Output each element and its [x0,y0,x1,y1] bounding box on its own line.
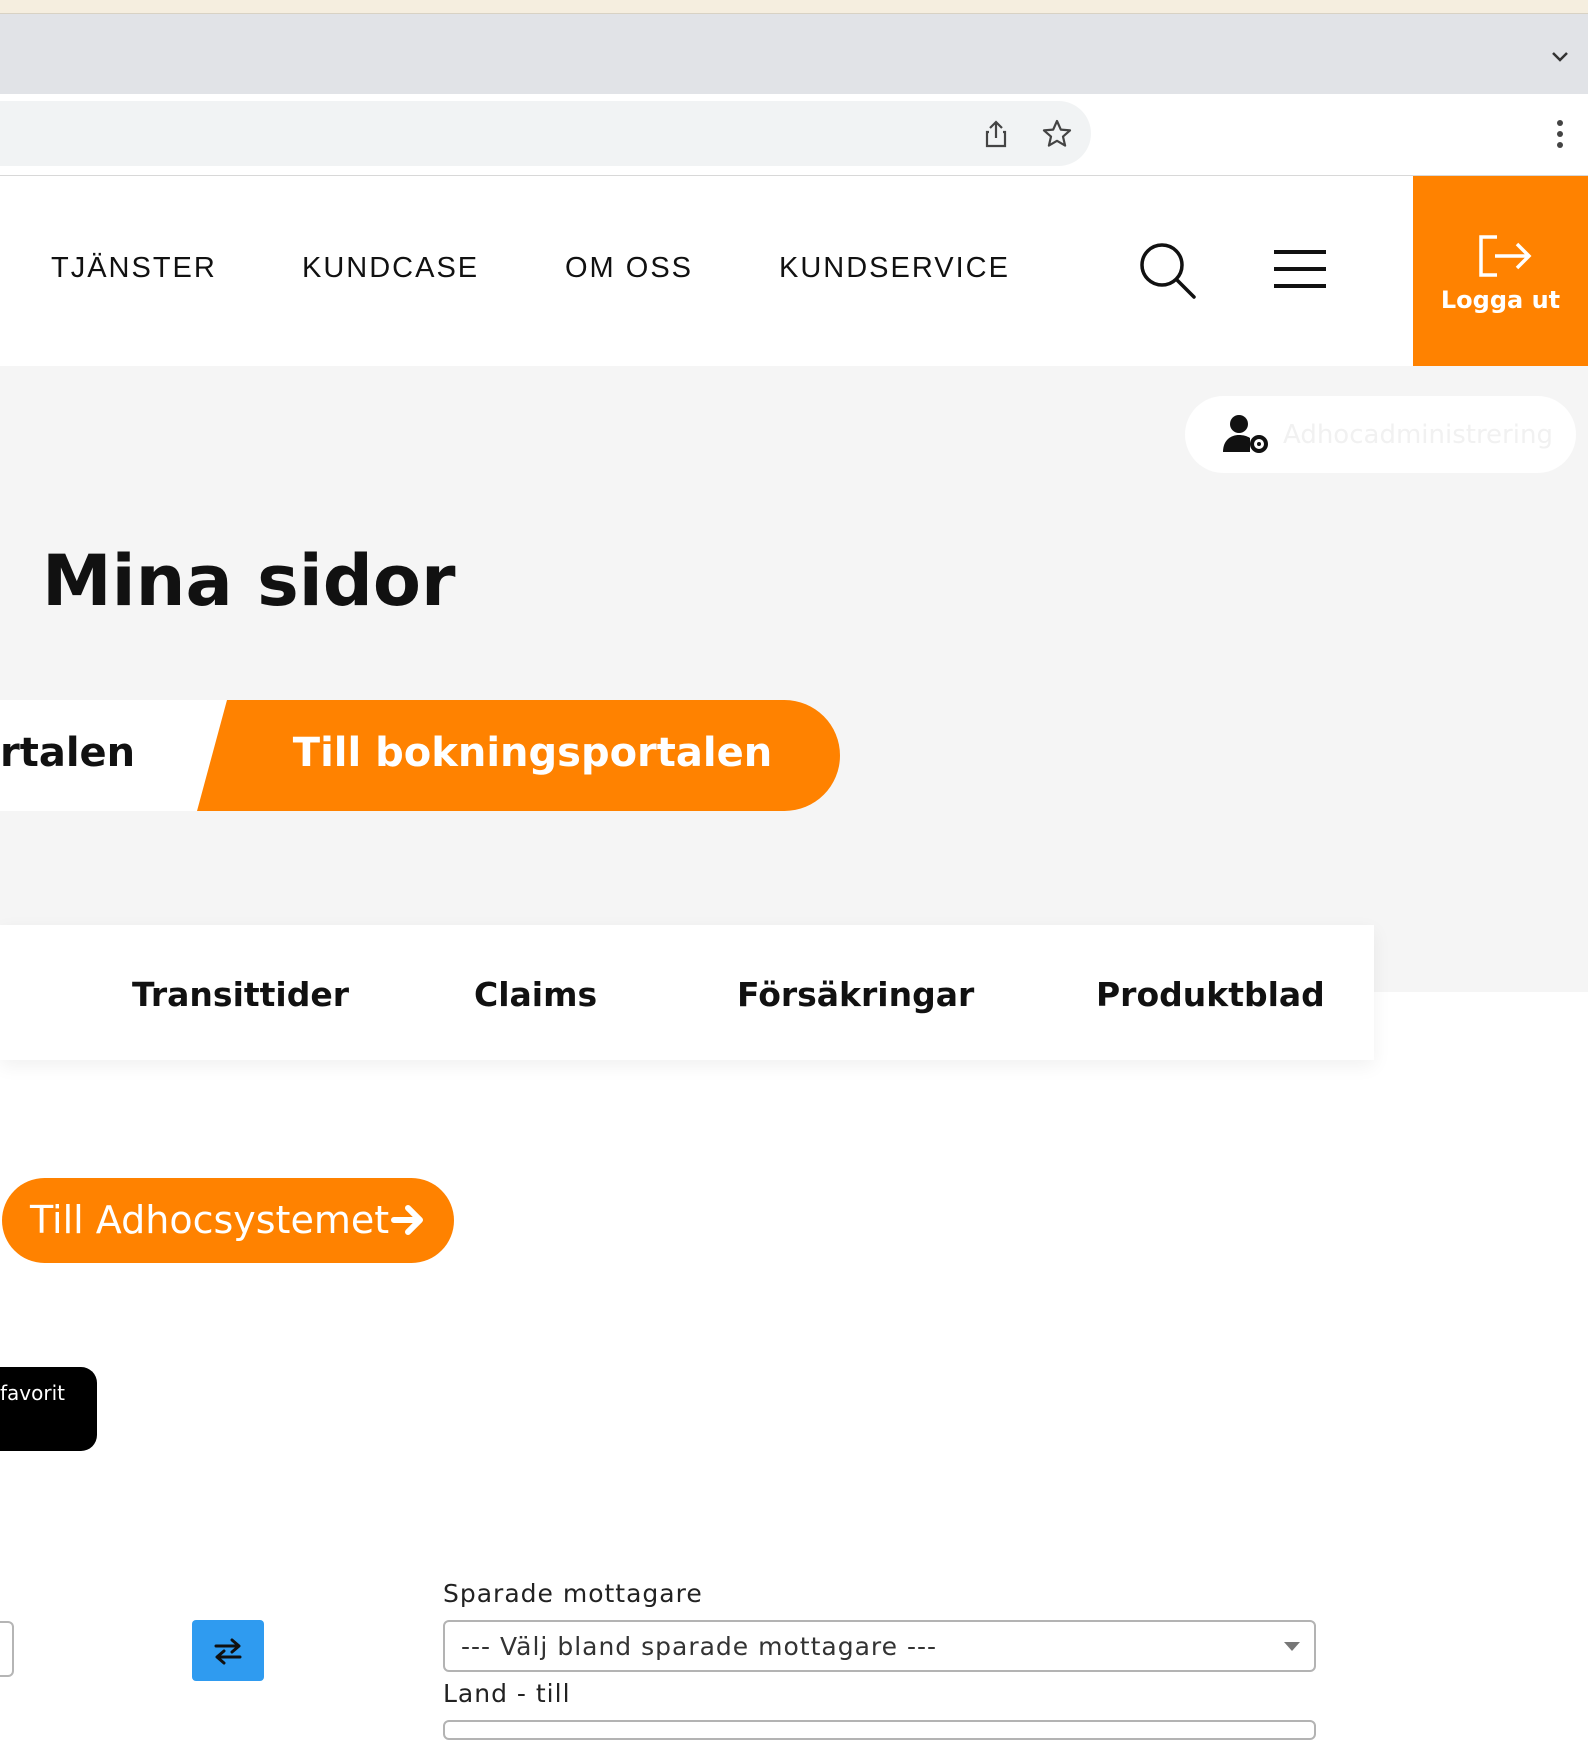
logout-icon [1475,231,1535,281]
logout-label: Logga ut [1440,286,1561,314]
nav-link-om-oss[interactable]: OM OSS [565,252,693,285]
adhoc-system-label: Till Adhocsystemet [30,1198,390,1242]
nav-link-kundservice[interactable]: KUNDSERVICE [779,252,1010,285]
sender-input[interactable] [0,1621,14,1677]
tab-forsakringar[interactable]: Försäkringar [737,975,974,1014]
address-bar[interactable] [0,101,1091,166]
window-top-strip [0,0,1588,14]
favorite-label: favorit [0,1381,65,1405]
admin-label: Adhocadministrering [1283,420,1553,450]
page-title: Mina sidor [42,540,456,622]
admin-button[interactable]: Adhocadministrering [1185,396,1576,473]
saved-recipients-value: --- Välj bland sparade mottagare --- [461,1632,938,1661]
booking-portal-label: Till bokningsportalen [292,730,773,776]
country-to-select[interactable] [443,1720,1316,1740]
kebab-menu-icon[interactable] [1545,116,1575,152]
tab-produktblad[interactable]: Produktblad [1096,975,1325,1014]
favorite-button[interactable]: favorit [0,1367,97,1451]
saved-recipients-select[interactable]: --- Välj bland sparade mottagare --- [443,1620,1316,1672]
saved-recipients-label: Sparade mottagare [443,1579,703,1608]
swap-button[interactable] [192,1620,264,1681]
search-icon[interactable] [1137,240,1197,300]
hamburger-menu-icon[interactable] [1274,250,1326,292]
caret-down-icon [1284,1642,1300,1651]
adhoc-system-button[interactable]: Till Adhocsystemet [2,1178,454,1263]
user-cog-icon [1223,414,1269,454]
arrow-right-icon [390,1202,428,1238]
nav-link-kundcase[interactable]: KUNDCASE [302,252,479,285]
star-icon[interactable] [1041,118,1073,150]
country-to-label: Land - till [443,1679,571,1708]
chevron-down-icon[interactable] [1545,42,1575,72]
share-icon[interactable] [980,118,1012,150]
portal-button-left-label: rtalen [0,730,136,776]
nav-link-tjanster[interactable]: TJÄNSTER [51,252,217,285]
tab-transittider[interactable]: Transittider [132,975,349,1014]
browser-tab-bar [0,14,1588,94]
logout-button[interactable]: Logga ut [1413,176,1588,366]
swap-arrows-icon [212,1636,244,1666]
tab-claims[interactable]: Claims [474,975,597,1014]
